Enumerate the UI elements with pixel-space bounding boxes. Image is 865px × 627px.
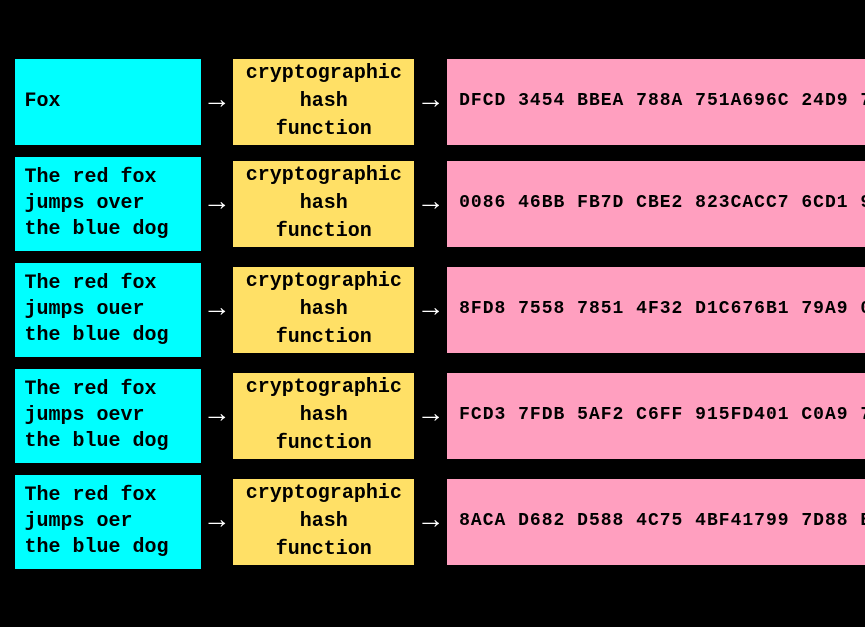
hash-box-5: cryptographic hash function bbox=[231, 477, 416, 567]
output-line2-5: 1799 7D88 BCF8 92B9 6A6C bbox=[742, 507, 865, 536]
hash-box-3: cryptographic hash function bbox=[231, 265, 416, 355]
arrow-left-1: → bbox=[203, 86, 232, 117]
input-box-1: Fox bbox=[13, 57, 203, 147]
input-box-3: The red fox jumps ouer the blue dog bbox=[13, 261, 203, 359]
output-box-3: 8FD8 7558 7851 4F32 D1C676B1 79A9 0DA4 A… bbox=[445, 265, 865, 355]
arrow-left-5: → bbox=[203, 506, 232, 537]
arrow-right-4: → bbox=[416, 400, 445, 431]
arrow-left-2: → bbox=[203, 188, 232, 219]
output-line1-3: 8FD8 7558 7851 4F32 D1C6 bbox=[459, 295, 742, 324]
arrow-left-3: → bbox=[203, 294, 232, 325]
output-line2-4: D401 C0A9 7D9A 46AF FB45 bbox=[742, 401, 865, 430]
output-box-5: 8ACA D682 D588 4C75 4BF41799 7D88 BCF8 9… bbox=[445, 477, 865, 567]
output-line2-2: ACC7 6CD1 90B1 EE6E 3ABC bbox=[742, 189, 865, 218]
input-box-4: The red fox jumps oevr the blue dog bbox=[13, 367, 203, 465]
arrow-right-2: → bbox=[416, 188, 445, 219]
output-line1-5: 8ACA D682 D588 4C75 4BF4 bbox=[459, 507, 742, 536]
row-5: The red fox jumps oer the blue dog→crypt… bbox=[13, 473, 853, 571]
hash-box-2: cryptographic hash function bbox=[231, 159, 416, 249]
hash-box-4: cryptographic hash function bbox=[231, 371, 416, 461]
output-line2-3: 76B1 79A9 0DA4 AEFE 4819 bbox=[742, 295, 865, 324]
diagram: Fox→cryptographic hash function→DFCD 345… bbox=[13, 57, 853, 571]
input-box-2: The red fox jumps over the blue dog bbox=[13, 155, 203, 253]
row-2: The red fox jumps over the blue dog→cryp… bbox=[13, 155, 853, 253]
row-1: Fox→cryptographic hash function→DFCD 345… bbox=[13, 57, 853, 147]
output-line1-1: DFCD 3454 BBEA 788A 751A bbox=[459, 87, 742, 116]
output-box-1: DFCD 3454 BBEA 788A 751A696C 24D9 7009 C… bbox=[445, 57, 865, 147]
output-line1-4: FCD3 7FDB 5AF2 C6FF 915F bbox=[459, 401, 742, 430]
output-line2-1: 696C 24D9 7009 CA99 2D17 bbox=[742, 87, 865, 116]
row-4: The red fox jumps oevr the blue dog→cryp… bbox=[13, 367, 853, 465]
output-box-4: FCD3 7FDB 5AF2 C6FF 915FD401 C0A9 7D9A 4… bbox=[445, 371, 865, 461]
arrow-right-5: → bbox=[416, 506, 445, 537]
output-box-2: 0086 46BB FB7D CBE2 823CACC7 6CD1 90B1 E… bbox=[445, 159, 865, 249]
row-3: The red fox jumps ouer the blue dog→cryp… bbox=[13, 261, 853, 359]
input-box-5: The red fox jumps oer the blue dog bbox=[13, 473, 203, 571]
arrow-right-3: → bbox=[416, 294, 445, 325]
output-line1-2: 0086 46BB FB7D CBE2 823C bbox=[459, 189, 742, 218]
arrow-right-1: → bbox=[416, 86, 445, 117]
arrow-left-4: → bbox=[203, 400, 232, 431]
hash-box-1: cryptographic hash function bbox=[231, 57, 416, 147]
